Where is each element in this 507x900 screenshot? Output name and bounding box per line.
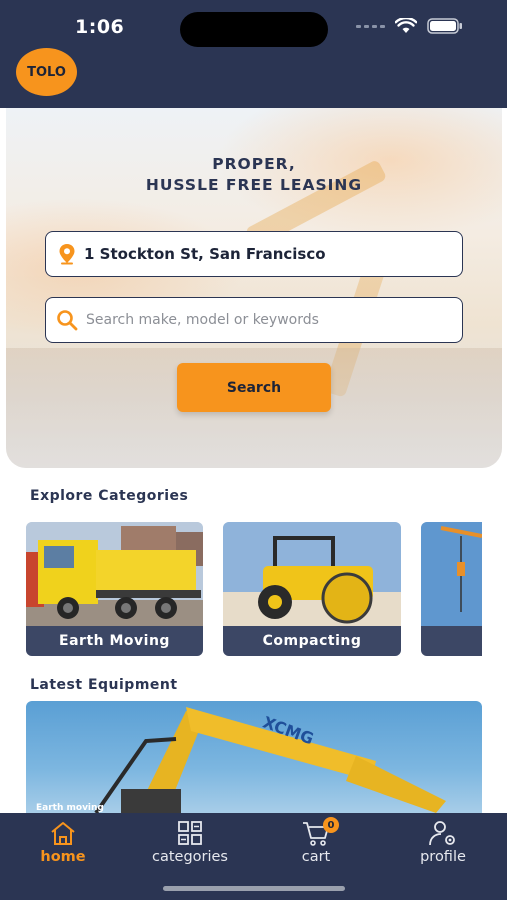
latest-equipment-title: Latest Equipment — [30, 677, 178, 693]
nav-label: profile — [420, 849, 466, 865]
dump-truck-image — [26, 522, 203, 626]
nav-label: cart — [301, 849, 331, 865]
map-pin-icon — [59, 244, 75, 265]
tolo-logo[interactable]: TOLO — [16, 48, 77, 96]
road-roller-image — [223, 522, 401, 626]
grid-icon — [178, 821, 202, 845]
hero-title: PROPER, HUSSLE FREE LEASING — [6, 154, 502, 196]
nav-profile[interactable]: profile — [388, 819, 498, 865]
category-label: Compacting — [223, 626, 401, 656]
category-card-earth-moving[interactable]: Earth Moving — [26, 522, 203, 656]
hero-banner: PROPER, HUSSLE FREE LEASING 1 Stockton S… — [6, 108, 502, 468]
home-icon — [51, 822, 75, 845]
search-input[interactable] — [86, 312, 446, 328]
dynamic-island — [180, 12, 328, 47]
search-button[interactable]: Search — [177, 363, 331, 412]
status-time: 1:06 — [75, 16, 125, 38]
category-label — [421, 626, 482, 656]
hero-title-line2: HUSSLE FREE LEASING — [145, 176, 363, 194]
profile-settings-icon — [429, 821, 455, 846]
crane-image — [421, 522, 482, 626]
excavator-image — [94, 707, 446, 813]
hero-title-line1: PROPER, — [212, 155, 296, 173]
equipment-card[interactable]: XCMG Earth moving — [26, 701, 482, 813]
category-label: Earth Moving — [26, 626, 203, 656]
location-field[interactable]: 1 Stockton St, San Francisco — [45, 231, 463, 277]
battery-icon — [427, 18, 462, 34]
equipment-category-tag: Earth moving — [36, 803, 104, 813]
category-card-crane[interactable] — [421, 522, 482, 656]
explore-categories-title: Explore Categories — [30, 488, 189, 504]
search-icon — [57, 310, 78, 331]
home-indicator[interactable] — [163, 886, 345, 891]
cart-count-badge: 0 — [323, 817, 339, 833]
status-icons — [356, 18, 463, 34]
nav-categories[interactable]: categories — [135, 819, 245, 865]
nav-label: home — [40, 849, 86, 865]
nav-label: categories — [151, 849, 228, 865]
nav-cart[interactable]: 0 cart — [261, 817, 371, 865]
location-value: 1 Stockton St, San Francisco — [84, 245, 326, 263]
nav-home[interactable]: home — [8, 819, 118, 865]
app-header: 1:06 TOLO — [0, 0, 507, 108]
search-field[interactable] — [45, 297, 463, 343]
category-card-compacting[interactable]: Compacting — [223, 522, 401, 656]
wifi-icon — [395, 18, 417, 33]
signal-icon — [356, 24, 385, 28]
